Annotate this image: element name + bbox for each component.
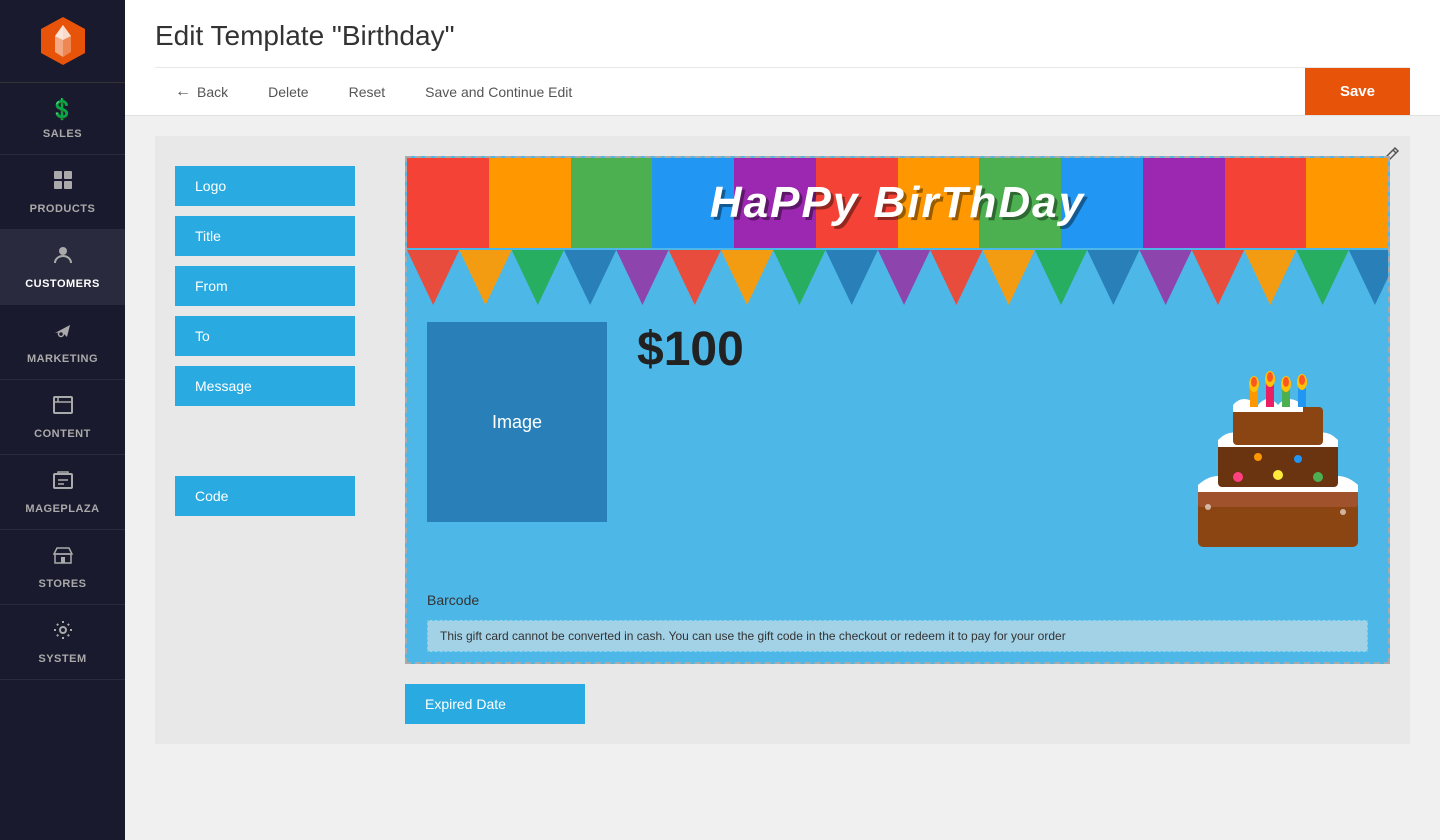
save-label: Save (1340, 83, 1375, 100)
sidebar-item-customers[interactable]: CUSTOMERS (0, 230, 125, 305)
pennants-svg (407, 250, 1388, 305)
stores-icon (52, 544, 74, 572)
save-button[interactable]: Save (1305, 68, 1410, 115)
pennants-row (407, 248, 1388, 307)
disclaimer-box: This gift card cannot be converted in ca… (427, 620, 1368, 652)
template-editor: Logo Title From To Message Code (155, 136, 1410, 744)
back-label: Back (197, 84, 228, 100)
from-field-button[interactable]: From (175, 266, 355, 306)
expired-date-field-button[interactable]: Expired Date (405, 684, 585, 724)
logo-field-button[interactable]: Logo (175, 166, 355, 206)
to-field-button[interactable]: To (175, 316, 355, 356)
logo-area (0, 0, 125, 83)
barcode-label: Barcode (427, 592, 479, 608)
barcode-row: Barcode (407, 587, 1388, 615)
sidebar-item-system-label: SYSTEM (38, 653, 86, 665)
content-area: Logo Title From To Message Code (125, 116, 1440, 840)
sidebar-item-products-label: PRODUCTS (30, 203, 96, 215)
sidebar-item-customers-label: CUSTOMERS (25, 278, 100, 290)
save-continue-button[interactable]: Save and Continue Edit (405, 68, 592, 115)
sidebar-item-stores-label: STORES (38, 578, 86, 590)
title-field-button[interactable]: Title (175, 216, 355, 256)
delete-label: Delete (268, 84, 308, 100)
image-label: Image (492, 412, 542, 433)
magento-logo-icon (37, 15, 89, 67)
page-title: Edit Template "Birthday" (155, 20, 1410, 52)
products-icon (52, 169, 74, 197)
card-body: Image $100 (407, 307, 1388, 587)
banner-text-container: HaPPy BirThDay (407, 158, 1388, 248)
image-placeholder: Image (427, 322, 607, 522)
customers-icon (52, 244, 74, 272)
card-right: $100 (607, 322, 1368, 572)
sales-icon: 💲 (50, 97, 75, 122)
birthday-card: HaPPy BirThDay (405, 156, 1390, 664)
content-icon (52, 394, 74, 422)
reset-button[interactable]: Reset (329, 68, 406, 115)
price-display: $100 (637, 322, 744, 377)
back-button[interactable]: ← Back (155, 68, 248, 115)
message-field-button[interactable]: Message (175, 366, 355, 406)
disclaimer-text: This gift card cannot be converted in ca… (440, 629, 1066, 643)
main-content: Edit Template "Birthday" ← Back Delete R… (125, 0, 1440, 840)
sidebar-item-sales-label: SALES (43, 128, 82, 140)
banner-section: HaPPy BirThDay (407, 158, 1388, 248)
sidebar-item-marketing[interactable]: MARKETING (0, 305, 125, 380)
mageplaza-icon (52, 469, 74, 497)
sidebar-item-content-label: CONTENT (34, 428, 91, 440)
expired-date-section: Expired Date (405, 684, 1390, 724)
save-continue-label: Save and Continue Edit (425, 84, 572, 100)
system-icon (52, 619, 74, 647)
sidebar-item-sales[interactable]: 💲 SALES (0, 83, 125, 155)
sidebar-item-stores[interactable]: STORES (0, 530, 125, 605)
header-toolbar: ← Back Delete Reset Save and Continue Ed… (155, 67, 1410, 115)
reset-label: Reset (349, 84, 386, 100)
code-field-button[interactable]: Code (175, 476, 355, 516)
fields-spacer (175, 416, 375, 466)
banner-text: HaPPy BirThDay (710, 178, 1085, 228)
fields-panel: Logo Title From To Message Code (175, 156, 375, 724)
marketing-icon (52, 319, 74, 347)
preview-area: HaPPy BirThDay (405, 156, 1390, 724)
sidebar-item-marketing-label: MARKETING (27, 353, 98, 365)
back-arrow-icon: ← (175, 83, 191, 101)
delete-button[interactable]: Delete (248, 68, 328, 115)
sidebar-item-mageplaza-label: MAGEPLAZA (25, 503, 99, 515)
sidebar-item-content[interactable]: CONTENT (0, 380, 125, 455)
sidebar-item-system[interactable]: SYSTEM (0, 605, 125, 680)
sidebar-item-mageplaza[interactable]: MAGEPLAZA (0, 455, 125, 530)
sidebar: 💲 SALES PRODUCTS CUSTOMERS MARKETING CON… (0, 0, 125, 840)
sidebar-item-products[interactable]: PRODUCTS (0, 155, 125, 230)
page-header: Edit Template "Birthday" ← Back Delete R… (125, 0, 1440, 116)
